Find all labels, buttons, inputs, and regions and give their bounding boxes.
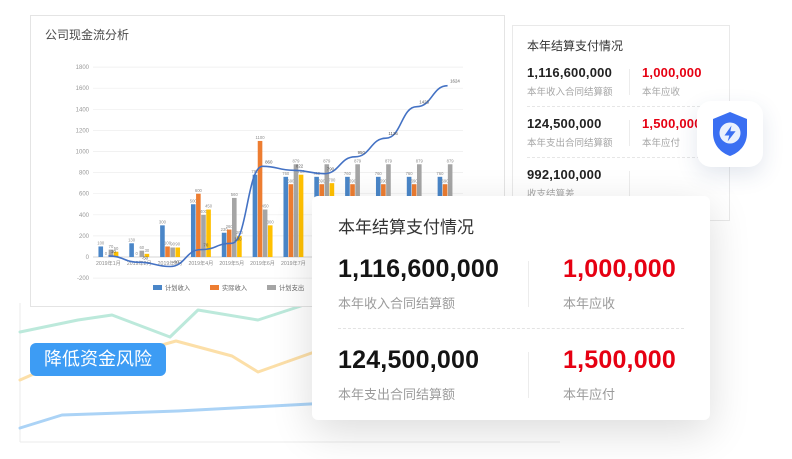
bar [165, 246, 170, 257]
svg-text:700: 700 [328, 177, 336, 182]
income-settlement-value: 1,116,600,000 [527, 65, 629, 80]
svg-text:760: 760 [344, 171, 352, 176]
svg-text:130: 130 [128, 237, 136, 242]
svg-text:1000: 1000 [76, 150, 90, 156]
svg-text:0: 0 [105, 251, 108, 256]
svg-text:2019年7月: 2019年7月 [281, 259, 306, 267]
receivable-value: 1,000,000 [642, 65, 715, 80]
bar [258, 141, 263, 257]
svg-text:450: 450 [262, 204, 270, 209]
popup-row-expense: 124,500,000 本年支出合同结算额 1,500,000 本年应付 [338, 329, 684, 419]
bar [283, 177, 288, 257]
income-settlement-label: 本年收入合同结算额 [527, 84, 629, 98]
bar [268, 225, 273, 257]
bar [129, 243, 134, 257]
svg-text:1600: 1600 [76, 86, 90, 92]
svg-text:90: 90 [175, 242, 180, 247]
svg-text:760: 760 [406, 171, 414, 176]
svg-text:130: 130 [234, 236, 242, 241]
reduce-risk-badge[interactable]: 降低资金风险 [30, 343, 166, 376]
popup-row-income: 1,116,600,000 本年收入合同结算额 1,000,000 本年应收 [338, 238, 684, 329]
bar [299, 175, 304, 257]
svg-text:879: 879 [385, 158, 393, 163]
svg-text:2019年5月: 2019年5月 [219, 259, 244, 267]
svg-text:2019年4月: 2019年4月 [189, 259, 214, 267]
svg-text:860: 860 [265, 159, 273, 164]
balance-value: 992,100,000 [527, 167, 629, 182]
svg-text:2019年1月: 2019年1月 [96, 259, 121, 267]
popup-payable-label: 本年应付 [563, 384, 684, 403]
svg-text:879: 879 [416, 158, 424, 163]
svg-text:760: 760 [282, 171, 290, 176]
svg-text:822: 822 [296, 163, 304, 168]
bar [232, 198, 237, 257]
svg-text:1126: 1126 [388, 131, 398, 136]
bar [263, 210, 268, 257]
panel-title: 本年结算支付情况 [527, 37, 715, 54]
svg-text:560: 560 [231, 192, 239, 197]
svg-text:70: 70 [203, 243, 208, 248]
svg-text:-90: -90 [173, 259, 180, 264]
security-feature-card [697, 101, 763, 167]
popup-receivable-label: 本年应收 [563, 293, 684, 312]
bar [201, 215, 206, 257]
svg-text:790: 790 [327, 167, 335, 172]
svg-text:200: 200 [79, 234, 90, 240]
svg-text:计划支出: 计划支出 [279, 283, 304, 292]
svg-text:879: 879 [323, 158, 331, 163]
svg-text:1100: 1100 [256, 135, 266, 140]
popup-receivable-value: 1,000,000 [563, 255, 684, 284]
svg-text:300: 300 [159, 220, 167, 225]
svg-text:1425: 1425 [419, 100, 429, 105]
svg-text:1400: 1400 [76, 107, 90, 113]
svg-text:760: 760 [436, 171, 444, 176]
shield-lightning-icon [710, 111, 750, 157]
panel-row-expense: 124,500,000 本年支出合同结算额 1,500,000 本年应付 [527, 107, 715, 158]
svg-text:400: 400 [79, 213, 90, 219]
bar [253, 175, 258, 257]
popup-expense-settlement-value: 124,500,000 [338, 346, 528, 375]
svg-text:2019年6月: 2019年6月 [250, 259, 275, 267]
bar [175, 248, 180, 257]
vertical-divider [629, 171, 630, 197]
svg-text:300: 300 [267, 220, 275, 225]
svg-text:-50: -50 [142, 255, 149, 260]
svg-text:0: 0 [86, 255, 90, 261]
receivable-label: 本年应收 [642, 84, 715, 98]
popup-income-settlement-label: 本年收入合同结算额 [338, 293, 528, 312]
svg-text:800: 800 [79, 171, 90, 177]
svg-text:1800: 1800 [76, 65, 90, 71]
bar [196, 194, 201, 257]
popup-title: 本年结算支付情况 [338, 213, 684, 238]
popup-payable-value: 1,500,000 [563, 346, 684, 375]
svg-text:760: 760 [375, 171, 383, 176]
svg-text:0: 0 [136, 251, 139, 256]
bar [289, 184, 294, 257]
bar [294, 164, 299, 257]
svg-text:10: 10 [111, 249, 116, 254]
svg-text:计划收入: 计划收入 [165, 283, 191, 292]
expense-settlement-label: 本年支出合同结算额 [527, 135, 629, 149]
svg-text:450: 450 [205, 204, 213, 209]
panel-row-income: 1,116,600,000 本年收入合同结算额 1,000,000 本年应收 [527, 56, 715, 107]
bar [170, 248, 175, 257]
bar [191, 204, 196, 257]
expense-settlement-value: 124,500,000 [527, 116, 629, 131]
svg-text:950: 950 [358, 150, 366, 155]
popup-income-settlement-value: 1,116,600,000 [338, 255, 528, 284]
svg-text:600: 600 [195, 188, 203, 193]
svg-text:1624: 1624 [450, 79, 460, 84]
svg-text:879: 879 [447, 158, 455, 163]
bar [98, 246, 103, 257]
svg-text:1200: 1200 [76, 128, 90, 134]
svg-text:879: 879 [354, 158, 362, 163]
svg-text:600: 600 [79, 192, 90, 198]
popup-expense-settlement-label: 本年支出合同结算额 [338, 384, 528, 403]
svg-text:实际收入: 实际收入 [222, 283, 248, 292]
settlement-popup-card: 本年结算支付情况 1,116,600,000 本年收入合同结算额 1,000,0… [312, 196, 710, 420]
svg-text:100: 100 [97, 241, 105, 246]
svg-text:-200: -200 [77, 276, 90, 282]
svg-text:30: 30 [145, 248, 150, 253]
